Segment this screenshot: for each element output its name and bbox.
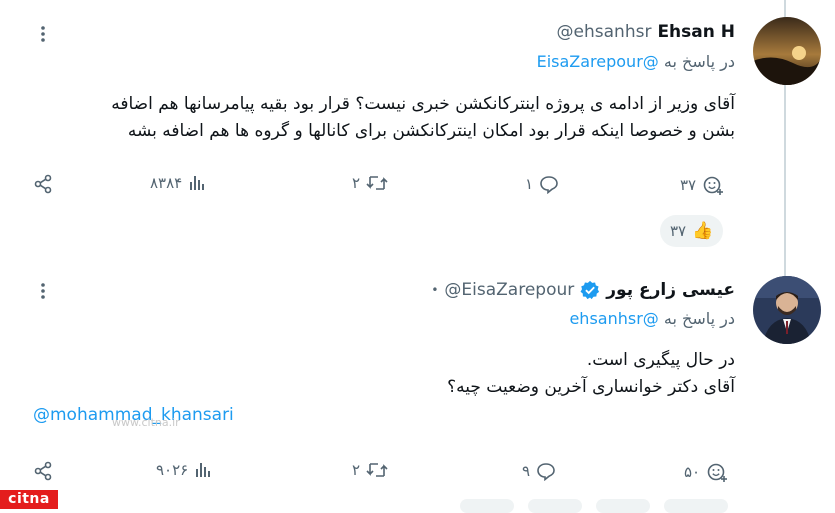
- reply-button[interactable]: ۱: [525, 174, 559, 194]
- reply-to-line: در پاسخ به @ehsanhsr: [569, 309, 735, 328]
- reaction-pill[interactable]: [664, 499, 728, 513]
- share-button[interactable]: [33, 461, 53, 481]
- views-count: ۹۰۲۶: [156, 461, 189, 479]
- separator-dot: •: [431, 283, 439, 297]
- reply-count: ۱: [525, 175, 534, 193]
- reaction-count: ۳۷: [670, 222, 687, 240]
- reply-icon: [537, 463, 555, 481]
- author-line: • @EisaZarepour عیسی زارع پور: [431, 280, 735, 300]
- tweet-text-line: بشن و خصوصا اینکه قرار بود امکان اینترکا…: [127, 121, 735, 141]
- reply-to-line: در پاسخ به @EisaZarepour: [537, 52, 735, 71]
- author-line: @ehsanhsr Ehsan H: [557, 22, 735, 42]
- views-button[interactable]: ۸۳۸۴: [150, 174, 206, 192]
- views-count: ۸۳۸۴: [150, 174, 183, 192]
- author-handle[interactable]: @ehsanhsr: [557, 22, 652, 42]
- views-icon: [190, 176, 205, 190]
- like-button[interactable]: ۵۰: [684, 461, 728, 483]
- reaction-pill[interactable]: [460, 499, 514, 513]
- avatar[interactable]: [753, 276, 821, 344]
- like-count: ۵۰: [684, 463, 701, 481]
- add-reaction-icon: [703, 176, 724, 195]
- tweet-text: آقای وزیر از ادامه ی پروژه اینترکانکشن خ…: [111, 91, 735, 145]
- retweet-button[interactable]: ۲: [352, 461, 388, 479]
- avatar[interactable]: [753, 17, 821, 85]
- tweet-text: در حال پیگیری است. آقای دکتر خوانساری آخ…: [447, 347, 735, 401]
- author-name[interactable]: Ehsan H: [657, 22, 735, 42]
- reaction-pill[interactable]: [596, 499, 650, 513]
- reply-to-handle[interactable]: @ehsanhsr: [569, 309, 658, 328]
- views-icon: [196, 463, 211, 477]
- thumbs-up-icon: 👍: [692, 221, 714, 241]
- like-count: ۳۷: [680, 176, 697, 194]
- reply-prefix: در پاسخ به: [663, 309, 735, 328]
- author-name[interactable]: عیسی زارع پور: [606, 280, 735, 300]
- reply-to-handle[interactable]: @EisaZarepour: [537, 52, 659, 71]
- watermark: www.citna.ir: [112, 416, 180, 429]
- share-icon: [34, 461, 52, 481]
- reaction-pill[interactable]: ۳۷ 👍: [660, 215, 724, 247]
- retweet-count: ۲: [352, 174, 361, 192]
- add-reaction-icon: [707, 463, 728, 482]
- tweet-text-line: آقای وزیر از ادامه ی پروژه اینترکانکشن خ…: [111, 94, 735, 114]
- retweet-button[interactable]: ۲: [352, 174, 388, 192]
- reply-icon: [540, 176, 558, 194]
- views-button[interactable]: ۹۰۲۶: [156, 461, 212, 479]
- verified-badge-icon: [580, 280, 600, 300]
- share-icon: [34, 174, 52, 194]
- citna-logo: citna: [0, 490, 58, 509]
- tweet-text-line: در حال پیگیری است.: [586, 350, 735, 370]
- share-button[interactable]: [33, 174, 53, 194]
- more-options-icon[interactable]: [33, 281, 53, 301]
- reaction-pill[interactable]: [528, 499, 582, 513]
- more-options-icon[interactable]: [33, 24, 53, 44]
- like-button[interactable]: ۳۷: [680, 174, 724, 196]
- reply-prefix: در پاسخ به: [663, 52, 735, 71]
- tweet-text-line: آقای دکتر خوانساری آخرین وضعیت چیه؟: [447, 377, 735, 397]
- author-handle[interactable]: @EisaZarepour: [444, 280, 574, 300]
- retweet-icon: [366, 463, 388, 477]
- reply-button[interactable]: ۹: [522, 461, 556, 481]
- retweet-count: ۲: [352, 461, 361, 479]
- retweet-icon: [366, 176, 388, 190]
- reply-count: ۹: [522, 462, 531, 480]
